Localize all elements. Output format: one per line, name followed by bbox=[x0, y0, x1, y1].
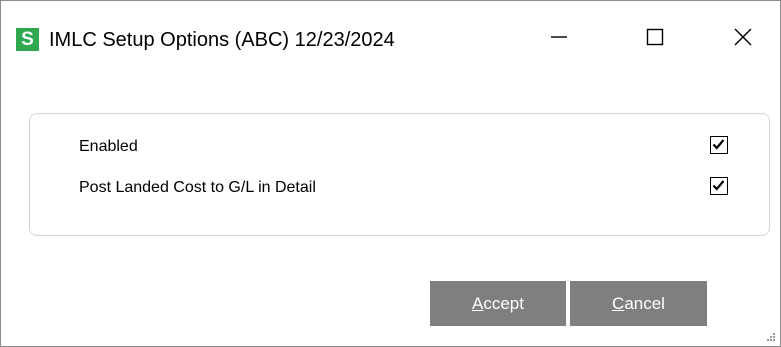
enabled-label: Enabled bbox=[79, 138, 138, 155]
close-icon bbox=[734, 28, 752, 46]
window-title: IMLC Setup Options (ABC) 12/23/2024 bbox=[49, 29, 395, 51]
checkmark-icon bbox=[712, 139, 725, 150]
options-panel: Enabled Post Landed Cost to G/L in Detai… bbox=[29, 113, 770, 236]
dialog-window: S IMLC Setup Options (ABC) 12/23/2024 En… bbox=[0, 0, 781, 347]
minimize-button[interactable] bbox=[529, 15, 589, 59]
post-landed-cost-label: Post Landed Cost to G/L in Detail bbox=[79, 179, 316, 196]
cancel-button[interactable]: Cancel bbox=[570, 281, 707, 326]
cancel-label: ancel bbox=[624, 294, 665, 313]
option-row-enabled: Enabled bbox=[30, 133, 769, 161]
title-bar[interactable]: S IMLC Setup Options (ABC) 12/23/2024 bbox=[1, 1, 780, 79]
cancel-mnemonic: C bbox=[612, 294, 625, 313]
accept-button[interactable]: Accept bbox=[430, 281, 566, 326]
resize-grip-icon[interactable] bbox=[764, 330, 776, 342]
minimize-icon bbox=[551, 36, 567, 38]
app-icon: S bbox=[16, 28, 39, 51]
close-button[interactable] bbox=[713, 15, 773, 59]
checkmark-icon bbox=[712, 180, 725, 191]
maximize-button[interactable] bbox=[625, 15, 685, 59]
accept-mnemonic: A bbox=[472, 294, 484, 313]
option-row-post-landed-cost: Post Landed Cost to G/L in Detail bbox=[30, 174, 769, 202]
enabled-checkbox[interactable] bbox=[710, 136, 728, 154]
post-landed-cost-checkbox[interactable] bbox=[710, 177, 728, 195]
accept-label: ccept bbox=[483, 294, 524, 313]
maximize-icon bbox=[646, 28, 664, 46]
